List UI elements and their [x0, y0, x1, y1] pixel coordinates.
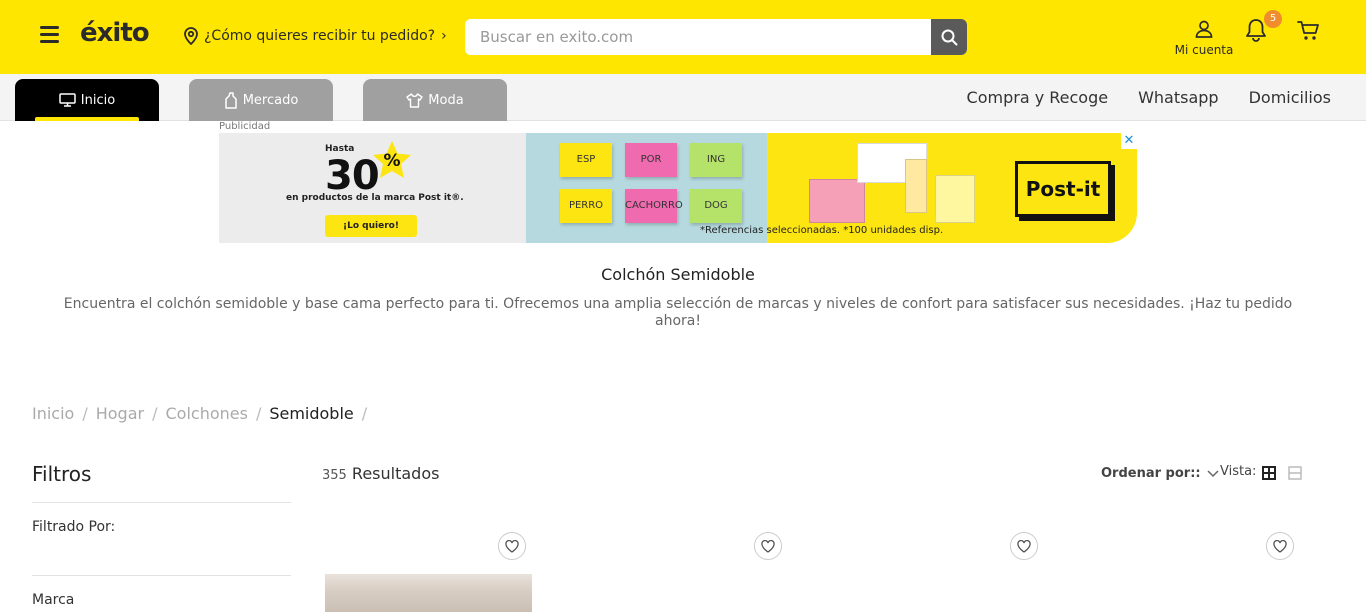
filtered-by-label: Filtrado Por:: [32, 519, 116, 535]
note-pad-image: [935, 175, 975, 223]
ad-label: Publicidad: [219, 121, 271, 132]
sticky-note: ESP: [560, 143, 612, 177]
search-input[interactable]: [465, 19, 931, 55]
favorite-button[interactable]: [1010, 532, 1038, 560]
divider: [32, 502, 291, 503]
chevron-right-icon: ›: [441, 28, 447, 44]
tab-mercado[interactable]: Mercado: [189, 79, 333, 121]
category-navbar: Inicio Mercado Moda Compra y Recoge What…: [0, 74, 1366, 121]
account-button[interactable]: Mi cuenta: [1172, 20, 1236, 57]
list-view-icon[interactable]: [1288, 466, 1302, 480]
heart-icon: [1017, 539, 1031, 553]
ad-close-icon[interactable]: ✕: [1121, 133, 1137, 149]
account-label: Mi cuenta: [1174, 43, 1234, 57]
tab-moda[interactable]: Moda: [363, 79, 507, 121]
sticky-note: CACHORRO: [625, 189, 683, 223]
sticky-note: PERRO: [560, 189, 612, 223]
breadcrumb-separator: /: [255, 404, 262, 423]
breadcrumb-inicio[interactable]: Inicio: [32, 404, 74, 423]
delivery-prompt: ¿Cómo quieres recibir tu pedido?: [204, 28, 436, 44]
post-it-logo: Post-it: [1015, 161, 1111, 217]
tab-label: Mercado: [242, 92, 299, 108]
sort-label: Ordenar por::: [1101, 466, 1201, 481]
grid-view-icon[interactable]: [1262, 466, 1276, 480]
ad-banner[interactable]: Hasta 30 % en productos de la marca Post…: [219, 133, 1137, 243]
ad-productos-text: en productos de la marca Post it®.: [286, 193, 464, 203]
results-count: 355 Resultados: [322, 464, 439, 483]
sticky-note: POR: [625, 143, 677, 177]
breadcrumb-semidoble: Semidoble: [269, 404, 354, 423]
sticky-pad-image: [809, 179, 865, 223]
heart-icon: [505, 539, 519, 553]
favorite-button[interactable]: [498, 532, 526, 560]
breadcrumb-colchones[interactable]: Colchones: [165, 404, 247, 423]
search-icon: [941, 29, 957, 45]
flags-dispenser-image: [905, 159, 927, 213]
sort-dropdown[interactable]: Ordenar por::: [1101, 466, 1219, 481]
search-bar: [465, 19, 967, 55]
breadcrumb: Inicio / Hogar / Colchones / Semidoble /: [32, 404, 375, 423]
breadcrumb-hogar[interactable]: Hogar: [96, 404, 144, 423]
monitor-icon: [59, 93, 76, 107]
tab-inicio[interactable]: Inicio: [15, 79, 159, 121]
cart-icon: [1297, 21, 1319, 40]
favorite-button[interactable]: [1266, 532, 1294, 560]
top-header: éxito ¿Cómo quieres recibir tu pedido? ›…: [0, 0, 1366, 74]
notifications-badge: 5: [1264, 10, 1282, 28]
cart-button[interactable]: [1297, 20, 1321, 46]
bottle-icon: [224, 91, 237, 109]
heart-icon: [1273, 539, 1287, 553]
nav-link-domicilios[interactable]: Domicilios: [1249, 88, 1331, 107]
sticky-note: ING: [690, 143, 742, 177]
filters-title: Filtros: [32, 462, 92, 486]
results-number: 355: [322, 468, 347, 483]
ad-percent-sign: %: [383, 151, 400, 171]
nav-links: Compra y Recoge Whatsapp Domicilios: [937, 88, 1331, 107]
category-title: Colchón Semidoble: [601, 265, 755, 284]
ad-cta-button[interactable]: ¡Lo quiero!: [325, 215, 417, 237]
search-button[interactable]: [931, 19, 967, 55]
exito-logo[interactable]: éxito: [80, 18, 150, 48]
chevron-down-icon: [1207, 469, 1219, 477]
ad-references-note: *Referencias seleccionadas. *100 unidade…: [700, 225, 944, 236]
delivery-selector[interactable]: ¿Cómo quieres recibir tu pedido? ›: [183, 27, 447, 45]
category-description: Encuentra el colchón semidoble y base ca…: [63, 296, 1293, 329]
user-icon: [1195, 20, 1213, 38]
product-image[interactable]: [325, 574, 532, 612]
divider: [32, 575, 291, 576]
heart-icon: [761, 539, 775, 553]
favorite-button[interactable]: [754, 532, 782, 560]
filter-marca[interactable]: Marca: [32, 592, 74, 608]
star-icon: %: [373, 141, 411, 178]
tab-label: Moda: [428, 92, 464, 108]
nav-link-compra-y-recoge[interactable]: Compra y Recoge: [967, 88, 1109, 107]
breadcrumb-separator: /: [152, 404, 158, 423]
shirt-icon: [406, 92, 423, 108]
location-pin-icon: [184, 27, 198, 45]
view-label: Vista:: [1220, 464, 1257, 479]
breadcrumb-separator: /: [361, 404, 368, 423]
results-label: Resultados: [351, 464, 440, 483]
breadcrumb-separator: /: [82, 404, 88, 423]
sticky-note: DOG: [690, 189, 742, 223]
nav-link-whatsapp[interactable]: Whatsapp: [1138, 88, 1219, 107]
hamburger-menu-icon[interactable]: [40, 26, 59, 44]
tab-label: Inicio: [80, 92, 116, 108]
